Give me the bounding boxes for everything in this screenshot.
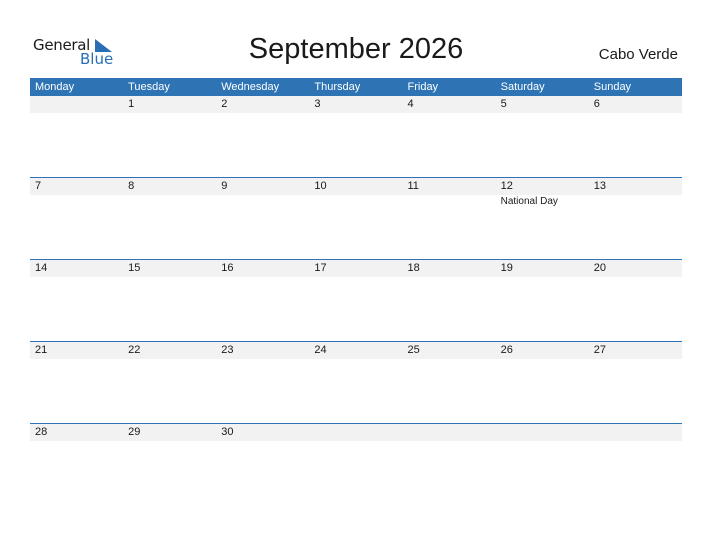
day-number: 1 <box>128 98 135 110</box>
day-number: 16 <box>221 262 234 274</box>
holiday-label <box>123 441 216 442</box>
events-row <box>30 359 682 360</box>
day-number <box>309 424 402 441</box>
events-row <box>30 441 682 442</box>
holiday-label <box>496 441 589 442</box>
date-row: 21 22 23 24 25 26 27 <box>30 342 682 359</box>
holiday-label <box>589 359 682 360</box>
day-number: 8 <box>128 180 135 192</box>
day-number: 11 <box>407 180 419 192</box>
calendar-grid: Monday Tuesday Wednesday Thursday Friday… <box>30 78 682 505</box>
day-number <box>403 424 496 441</box>
holiday-label <box>309 277 402 278</box>
events-row <box>30 277 682 278</box>
weekday-friday: Friday <box>407 81 439 93</box>
day-number: 13 <box>593 180 606 192</box>
day-number: 15 <box>128 262 141 274</box>
holiday-label <box>216 277 309 278</box>
day-number: 30 <box>221 426 234 438</box>
day-number <box>589 424 682 441</box>
day-number: 6 <box>593 98 600 110</box>
holiday-label <box>403 441 496 442</box>
holiday-label <box>30 441 123 442</box>
day-number: 17 <box>314 262 327 274</box>
holiday-label <box>123 359 216 360</box>
day-number: 23 <box>221 344 234 356</box>
day-number: 19 <box>500 262 513 274</box>
day-number: 3 <box>314 98 321 110</box>
holiday-label <box>30 113 123 114</box>
day-number: 21 <box>35 344 48 356</box>
day-number: 7 <box>35 180 42 192</box>
week-row: 7 8 9 10 11 12 13 National Day <box>30 177 682 259</box>
day-number: 9 <box>221 180 228 192</box>
holiday-label <box>123 113 216 114</box>
holiday-label <box>309 359 402 360</box>
day-number: 5 <box>500 98 507 110</box>
holiday-label <box>30 277 123 278</box>
weekday-header: Monday Tuesday Wednesday Thursday Friday… <box>30 78 682 96</box>
week-row: 14 15 16 17 18 19 20 <box>30 259 682 341</box>
holiday-label: National Day <box>500 196 558 207</box>
day-number: 25 <box>407 344 420 356</box>
date-row: 28 29 30 <box>30 424 682 441</box>
day-number <box>496 424 589 441</box>
events-row <box>30 113 682 114</box>
week-row: 21 22 23 24 25 26 27 <box>30 341 682 423</box>
weekday-thursday: Thursday <box>314 81 361 93</box>
holiday-label <box>123 195 216 207</box>
day-number: 20 <box>593 262 606 274</box>
week-row: 1 2 3 4 5 6 <box>30 96 682 177</box>
holiday-label <box>216 195 309 207</box>
day-number: 10 <box>314 180 327 192</box>
weekday-saturday: Saturday <box>500 81 545 93</box>
holiday-label <box>496 359 589 360</box>
day-number: 24 <box>314 344 327 356</box>
holiday-label <box>403 113 496 114</box>
holiday-label <box>403 195 496 207</box>
day-number: 4 <box>407 98 414 110</box>
weekday-tuesday: Tuesday <box>128 81 170 93</box>
holiday-label <box>403 277 496 278</box>
holiday-label <box>589 113 682 114</box>
day-number: 22 <box>128 344 141 356</box>
holiday-label <box>589 195 682 207</box>
day-number: 28 <box>35 426 48 438</box>
holiday-label <box>496 113 589 114</box>
date-row: 1 2 3 4 5 6 <box>30 96 682 113</box>
holiday-label <box>30 195 123 207</box>
holiday-label <box>30 359 123 360</box>
day-number: 29 <box>128 426 141 438</box>
holiday-label <box>403 359 496 360</box>
week-row: 28 29 30 <box>30 423 682 505</box>
holiday-label <box>216 113 309 114</box>
holiday-label <box>216 359 309 360</box>
holiday-label <box>309 195 402 207</box>
weeks-container: 1 2 3 4 5 6 7 8 9 10 11 12 13 National Day 14 15 16 17 18 1… <box>30 96 682 505</box>
weekday-monday: Monday <box>35 81 75 93</box>
holiday-label <box>216 441 309 442</box>
day-number: 27 <box>593 344 606 356</box>
weekday-wednesday: Wednesday <box>221 81 280 93</box>
holiday-label <box>496 277 589 278</box>
date-row: 14 15 16 17 18 19 20 <box>30 260 682 277</box>
country-label: Cabo Verde <box>598 46 678 63</box>
day-number: 12 <box>500 180 513 192</box>
day-number: 18 <box>407 262 420 274</box>
day-number: 26 <box>500 344 513 356</box>
day-number: 2 <box>221 98 228 110</box>
holiday-label <box>589 277 682 278</box>
events-row: National Day <box>30 195 682 207</box>
date-row: 7 8 9 10 11 12 13 <box>30 178 682 195</box>
day-number <box>30 96 123 113</box>
holiday-label <box>123 277 216 278</box>
holiday-label <box>309 113 402 114</box>
holiday-label <box>589 441 682 442</box>
day-number: 14 <box>35 262 48 274</box>
weekday-sunday: Sunday <box>593 81 632 93</box>
holiday-label <box>309 441 402 442</box>
